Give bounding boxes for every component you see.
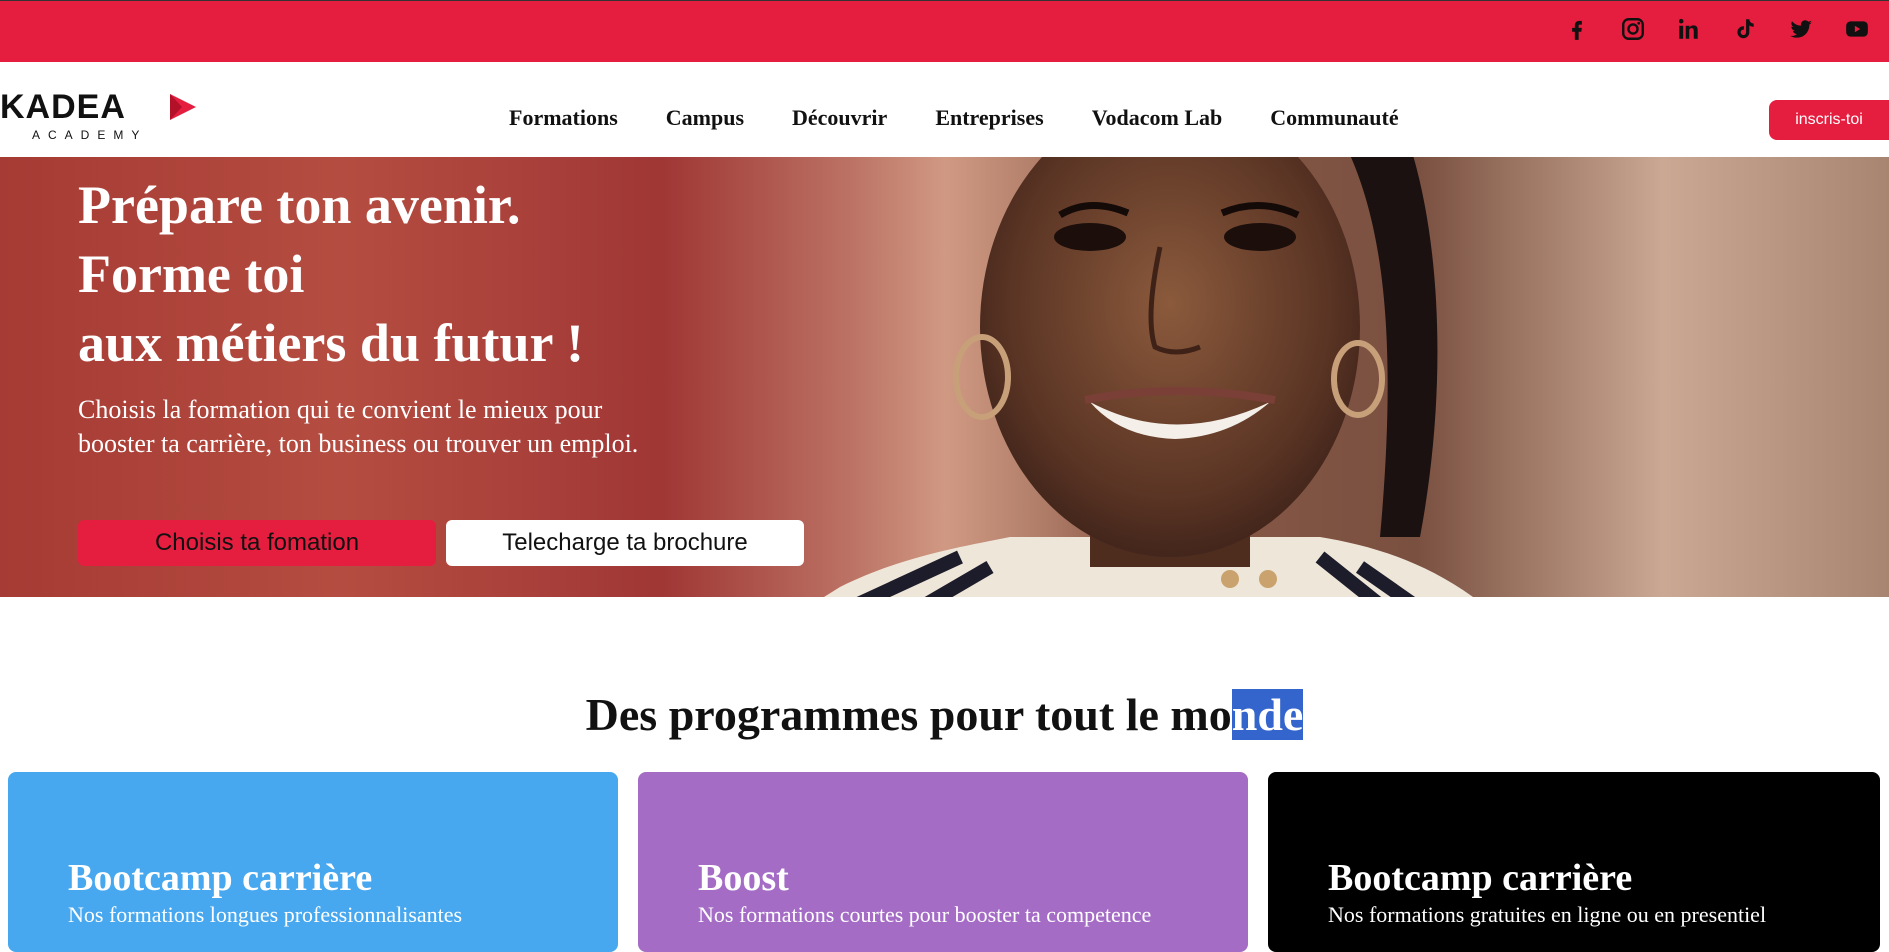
program-card-free[interactable]: Bootcamp carrière Nos formations gratuit… [1268,772,1880,952]
nav-item-entreprises[interactable]: Entreprises [935,105,1043,131]
hero-banner: Prépare ton avenir. Forme toi aux métier… [0,157,1889,597]
nav-menu: Formations Campus Découvrir Entreprises … [509,105,1447,131]
instagram-icon[interactable] [1619,15,1647,43]
hero-portrait-image [824,157,1473,597]
program-card-description: Nos formations longues professionnalisan… [68,902,463,927]
nav-item-decouvrir[interactable]: Découvrir [792,105,887,131]
youtube-icon[interactable] [1843,15,1871,43]
program-card-title: Boost [698,857,789,899]
nav-item-vodacom-lab[interactable]: Vodacom Lab [1092,105,1223,131]
programs-title-selected-text: nde [1231,689,1304,740]
hero-subtitle-line-1: Choisis la formation qui te convient le … [78,395,603,424]
program-card-description: Nos formations courtes pour booster ta c… [698,902,1152,927]
program-card-bootcamp[interactable]: Bootcamp carrière Nos formations longues… [8,772,618,952]
facebook-icon[interactable] [1563,15,1591,43]
nav-item-campus[interactable]: Campus [666,105,744,131]
kadea-logo[interactable]: KADEA ACADEMY [0,90,200,145]
logo-wordmark: KADEA [0,88,126,126]
logo-subtitle: ACADEMY [32,128,148,142]
choose-training-button[interactable]: Choisis ta fomation [78,520,436,566]
hero-title-line-1: Prépare ton avenir. [78,175,521,235]
social-bar [0,0,1889,62]
program-card-title: Bootcamp carrière [1328,857,1633,899]
program-card-boost[interactable]: Boost Nos formations courtes pour booste… [638,772,1248,952]
tiktok-icon[interactable] [1731,15,1759,43]
main-nav: KADEA ACADEMY Formations Campus Découvri… [0,62,1889,157]
download-brochure-button[interactable]: Telecharge ta brochure [446,520,804,566]
hero-title: Prépare ton avenir. Forme toi aux métier… [78,171,584,378]
signup-button[interactable]: inscris-toi [1769,100,1889,140]
twitter-icon[interactable] [1787,15,1815,43]
hero-subtitle-line-2: booster ta carrière, ton business ou tro… [78,429,639,458]
programs-title: Des programmes pour tout le monde [0,688,1889,741]
hero-title-line-2: Forme toi [78,244,305,304]
nav-item-formations[interactable]: Formations [509,105,618,131]
programs-title-text: Des programmes pour tout le mo [585,689,1232,740]
program-card-description: Nos formations gratuites en ligne ou en … [1328,902,1767,927]
linkedin-icon[interactable] [1675,15,1703,43]
nav-item-communaute[interactable]: Communauté [1270,105,1398,131]
logo-arrow-icon [170,94,196,120]
hero-subtitle: Choisis la formation qui te convient le … [78,393,638,461]
social-links [1563,15,1871,43]
program-card-title: Bootcamp carrière [68,857,373,899]
hero-title-line-3: aux métiers du futur ! [78,313,584,373]
